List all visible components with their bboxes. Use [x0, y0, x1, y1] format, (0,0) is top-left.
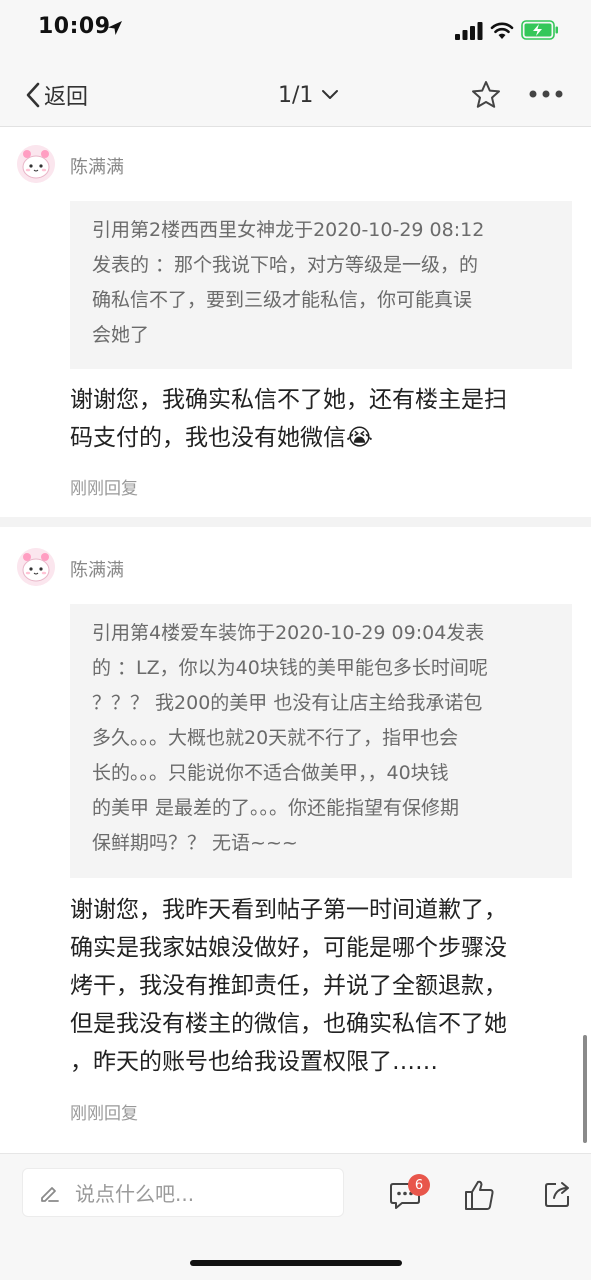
- comment-count-badge: 6: [408, 1174, 430, 1196]
- quote-line: ？？？ 我200的美甲 也没有让店主给我承诺包: [92, 692, 483, 714]
- quote-line: 保鲜期吗？？ 无语~~~: [92, 832, 298, 854]
- page-selector[interactable]: 1/1: [278, 80, 339, 110]
- status-time: 10:09: [38, 14, 111, 39]
- back-label: 返回: [44, 85, 89, 110]
- quoted-post: 引用第2楼西西里女神龙于2020-10-29 08:12 发表的 ：那个我说下哈…: [70, 201, 572, 369]
- username[interactable]: 陈满满: [70, 556, 124, 582]
- chevron-down-icon: [322, 90, 339, 99]
- quote-line: 多久。。。大概也就20天就不行了，指甲也会: [92, 727, 459, 749]
- back-button[interactable]: 返回: [24, 80, 88, 110]
- pencil-icon: [41, 1186, 59, 1202]
- reply-line: 确实是我家姑娘没做好，可能是哪个步骤没: [70, 935, 507, 961]
- avatar[interactable]: [17, 548, 55, 586]
- share-icon[interactable]: [542, 1178, 574, 1210]
- quote-line: 引用第2楼西西里女神龙于2020-10-29 08:12: [92, 219, 485, 241]
- reply-time-button[interactable]: 刚刚回复: [70, 1099, 138, 1124]
- quote-line: 的 ：LZ，你以为40块钱的美甲能包多长时间呢: [92, 657, 488, 679]
- comment-input[interactable]: 说点什么吧...: [22, 1168, 344, 1217]
- page-indicator: 1/1: [278, 82, 314, 108]
- username[interactable]: 陈满满: [70, 153, 124, 179]
- reply-line: 码支付的，我也没有她微信😭: [70, 425, 373, 451]
- chevron-left-icon: [26, 82, 40, 108]
- reply-time-button[interactable]: 刚刚回复: [70, 474, 138, 499]
- reply-line: 谢谢您，我确实私信不了她，还有楼主是扫: [70, 387, 507, 413]
- reply-line: 烤干，我没有推卸责任，并说了全额退款，: [70, 973, 507, 999]
- reply-line: 谢谢您，我昨天看到帖子第一时间道歉了，: [70, 897, 507, 923]
- crying-face-emoji: 😭: [346, 425, 373, 451]
- reply-text: 谢谢您，我确实私信不了她，还有楼主是扫 码支付的，我也没有她微信😭: [70, 381, 575, 457]
- post-divider: [0, 517, 591, 527]
- quoted-post: 引用第4楼爱车装饰于2020-10-29 09:04发表 的 ：LZ，你以为40…: [70, 604, 572, 878]
- quote-line: 确私信不了，要到三级才能私信，你可能真误: [92, 289, 473, 311]
- quote-line: 长的。。。只能说你不适合做美甲，，40块钱: [92, 762, 449, 784]
- quote-line: 会她了: [92, 324, 150, 346]
- reply-line: ，昨天的账号也给我设置权限了……: [70, 1049, 438, 1075]
- favorite-star-icon[interactable]: [470, 79, 502, 111]
- home-indicator[interactable]: [190, 1260, 402, 1266]
- reply-line: 但是我没有楼主的微信，也确实私信不了她: [70, 1011, 507, 1037]
- battery-charging-icon: [521, 20, 558, 40]
- cartoon-avatar-icon: [17, 145, 55, 183]
- wifi-icon: [490, 22, 514, 39]
- quote-line: 引用第4楼爱车装饰于2020-10-29 09:04发表: [92, 622, 485, 644]
- thumbs-up-icon[interactable]: [463, 1178, 495, 1212]
- more-options-icon[interactable]: [528, 84, 564, 104]
- avatar[interactable]: [17, 145, 55, 183]
- cellular-signal-icon: [455, 22, 483, 40]
- quote-line: 的美甲 是最差的了。。。你还能指望有保修期: [92, 797, 460, 819]
- comment-input-placeholder: 说点什么吧...: [75, 1182, 195, 1206]
- quote-line: 发表的 ：那个我说下哈，对方等级是一级，的: [92, 254, 479, 276]
- scrollbar[interactable]: [583, 1035, 587, 1143]
- cartoon-avatar-icon: [17, 548, 55, 586]
- location-arrow-icon: [108, 21, 122, 35]
- reply-text: 谢谢您，我昨天看到帖子第一时间道歉了， 确实是我家姑娘没做好，可能是哪个步骤没 …: [70, 891, 575, 1081]
